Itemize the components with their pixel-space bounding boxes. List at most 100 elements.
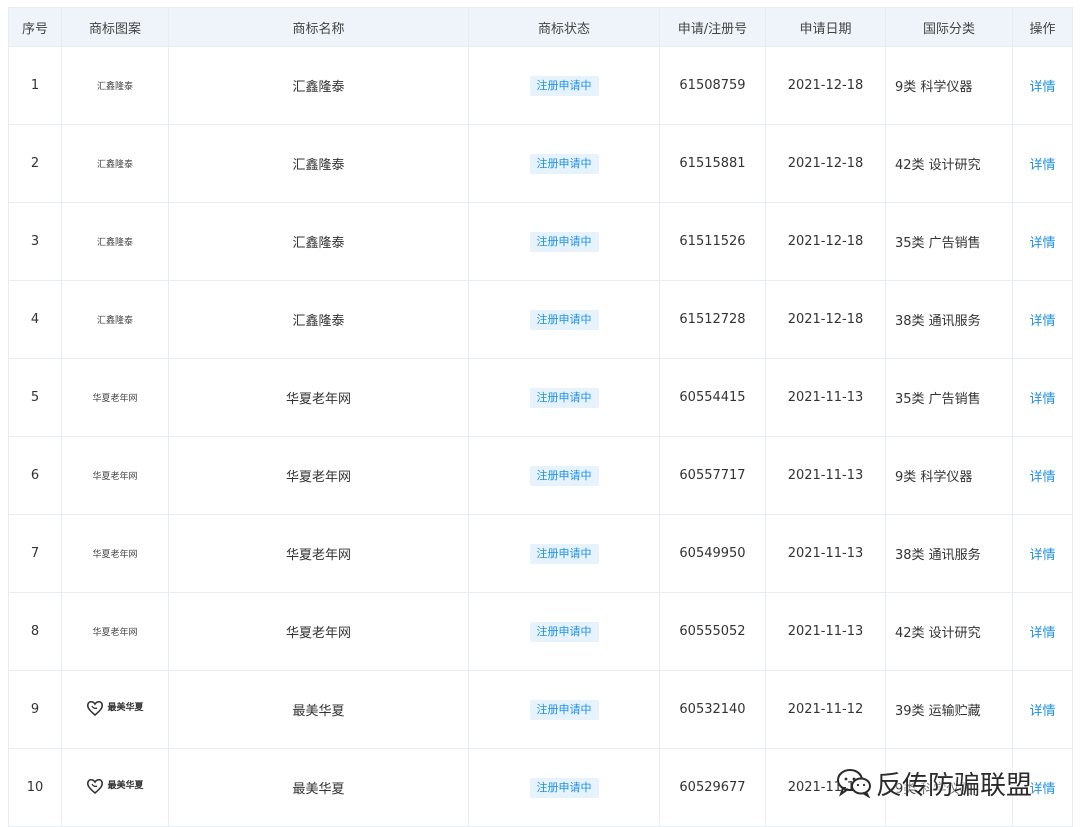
trademark-name: 最美华夏 [168,670,469,749]
status-badge: 注册申请中 [529,309,599,330]
status-badge: 注册申请中 [529,387,599,408]
action-cell: 详情 [1012,46,1073,125]
action-cell: 详情 [1012,592,1073,671]
status-badge: 注册申请中 [529,699,599,720]
table-row: 3 汇鑫隆泰 汇鑫隆泰 注册申请中 61511526 2021-12-18 35类 广告销售… [8,202,1073,281]
trademark-logo-text: 华夏老年网 [92,394,138,404]
status-badge: 注册申请中 [529,465,599,486]
trademark-logo-cell: 汇鑫隆泰 [61,202,169,281]
application-date: 2021-12-18 [765,280,886,359]
status-badge: 注册申请中 [529,543,599,564]
row-index: 6 [8,436,62,515]
table-header-row: 序号 商标图案 商标名称 商标状态 申请/注册号 申请日期 国际分类 操作 [8,7,1073,47]
header-class: 国际分类 [885,7,1013,47]
application-date: 2021-11-12 [765,670,886,749]
table-row: 9 最美华夏 最美华夏 注册申请中 60532140 2021-11-12 39类 运输贮藏… [8,670,1073,749]
trademark-logo: 最美华夏 [86,777,144,795]
header-status: 商标状态 [468,7,660,47]
table-row: 7 华夏老年网 华夏老年网 注册申请中 60549950 2021-11-13 38类 通讯… [8,514,1073,593]
action-cell: 详情 [1012,358,1073,437]
application-date: 2021-11-13 [765,514,886,593]
row-index: 3 [8,202,62,281]
application-date: 2021-11-13 [765,436,886,515]
trademark-name: 汇鑫隆泰 [168,202,469,281]
detail-link[interactable]: 详情 [1029,80,1055,95]
status-badge: 注册申请中 [529,75,599,96]
trademark-table: 序号 商标图案 商标名称 商标状态 申请/注册号 申请日期 国际分类 操作 1 汇… [8,7,1073,827]
trademark-logo-cell: 华夏老年网 [61,514,169,593]
row-index: 9 [8,670,62,749]
trademark-status-cell: 注册申请中 [468,670,660,749]
detail-link[interactable]: 详情 [1029,236,1055,251]
row-index: 10 [8,748,62,827]
row-index: 8 [8,592,62,671]
trademark-status-cell: 注册申请中 [468,46,660,125]
registration-number: 61515881 [659,124,766,203]
trademark-name: 汇鑫隆泰 [168,280,469,359]
status-badge: 注册申请中 [529,621,599,642]
row-index: 4 [8,280,62,359]
detail-link[interactable]: 详情 [1029,314,1055,329]
trademark-logo-cell: 华夏老年网 [61,358,169,437]
row-index: 2 [8,124,62,203]
header-reg-no: 申请/注册号 [659,7,766,47]
registration-number: 60554415 [659,358,766,437]
international-class: 42类 设计研究 [885,592,1013,671]
detail-link[interactable]: 详情 [1029,392,1055,407]
registration-number: 60549950 [659,514,766,593]
trademark-logo-cell: 汇鑫隆泰 [61,124,169,203]
registration-number: 60532140 [659,670,766,749]
trademark-logo-text: 华夏老年网 [92,628,138,638]
trademark-status-cell: 注册申请中 [468,280,660,359]
action-cell: 详情 [1012,202,1073,281]
detail-link[interactable]: 详情 [1029,548,1055,563]
heart-logo-icon [87,700,104,716]
trademark-logo-cell: 汇鑫隆泰 [61,280,169,359]
application-date: 2021-11-12 [765,748,886,827]
application-date: 2021-11-13 [765,358,886,437]
table-row: 2 汇鑫隆泰 汇鑫隆泰 注册申请中 61515881 2021-12-18 42类 设计研究… [8,124,1073,203]
trademark-logo-cell: 最美华夏 [61,670,169,749]
header-name: 商标名称 [168,7,469,47]
row-index: 5 [8,358,62,437]
status-badge: 注册申请中 [529,231,599,252]
international-class: 38类 通讯服务 [885,280,1013,359]
trademark-name: 华夏老年网 [168,436,469,515]
status-badge: 注册申请中 [529,777,599,798]
trademark-logo-text: 最美华夏 [107,780,144,791]
table-row: 8 华夏老年网 华夏老年网 注册申请中 60555052 2021-11-13 42类 设计… [8,592,1073,671]
trademark-logo-cell: 华夏老年网 [61,436,169,515]
table-row: 1 汇鑫隆泰 汇鑫隆泰 注册申请中 61508759 2021-12-18 9类 科学仪器 详… [8,46,1073,125]
registration-number: 61511526 [659,202,766,281]
application-date: 2021-11-13 [765,592,886,671]
heart-logo-icon [87,778,104,794]
row-index: 1 [8,46,62,125]
action-cell: 详情 [1012,436,1073,515]
application-date: 2021-12-18 [765,124,886,203]
action-cell: 详情 [1012,748,1073,827]
detail-link[interactable]: 详情 [1029,470,1055,485]
header-logo: 商标图案 [61,7,169,47]
trademark-name: 华夏老年网 [168,358,469,437]
trademark-logo-text: 最美华夏 [107,702,144,713]
trademark-status-cell: 注册申请中 [468,514,660,593]
trademark-logo-text: 华夏老年网 [92,472,138,482]
trademark-status-cell: 注册申请中 [468,202,660,281]
international-class: 38类 通讯服务 [885,514,1013,593]
trademark-name: 华夏老年网 [168,592,469,671]
trademark-logo-text: 汇鑫隆泰 [96,82,133,92]
trademark-name: 华夏老年网 [168,514,469,593]
trademark-status-cell: 注册申请中 [468,124,660,203]
detail-link[interactable]: 详情 [1029,782,1055,797]
trademark-logo-text: 汇鑫隆泰 [96,316,133,326]
header-action: 操作 [1012,7,1073,47]
status-badge: 注册申请中 [529,153,599,174]
trademark-logo-cell: 最美华夏 [61,748,169,827]
detail-link[interactable]: 详情 [1029,704,1055,719]
detail-link[interactable]: 详情 [1029,626,1055,641]
table-row: 10 最美华夏 最美华夏 注册申请中 60529677 2021-11-12 9类 科学仪器… [8,748,1073,827]
registration-number: 61508759 [659,46,766,125]
international-class: 35类 广告销售 [885,358,1013,437]
detail-link[interactable]: 详情 [1029,158,1055,173]
registration-number: 60557717 [659,436,766,515]
